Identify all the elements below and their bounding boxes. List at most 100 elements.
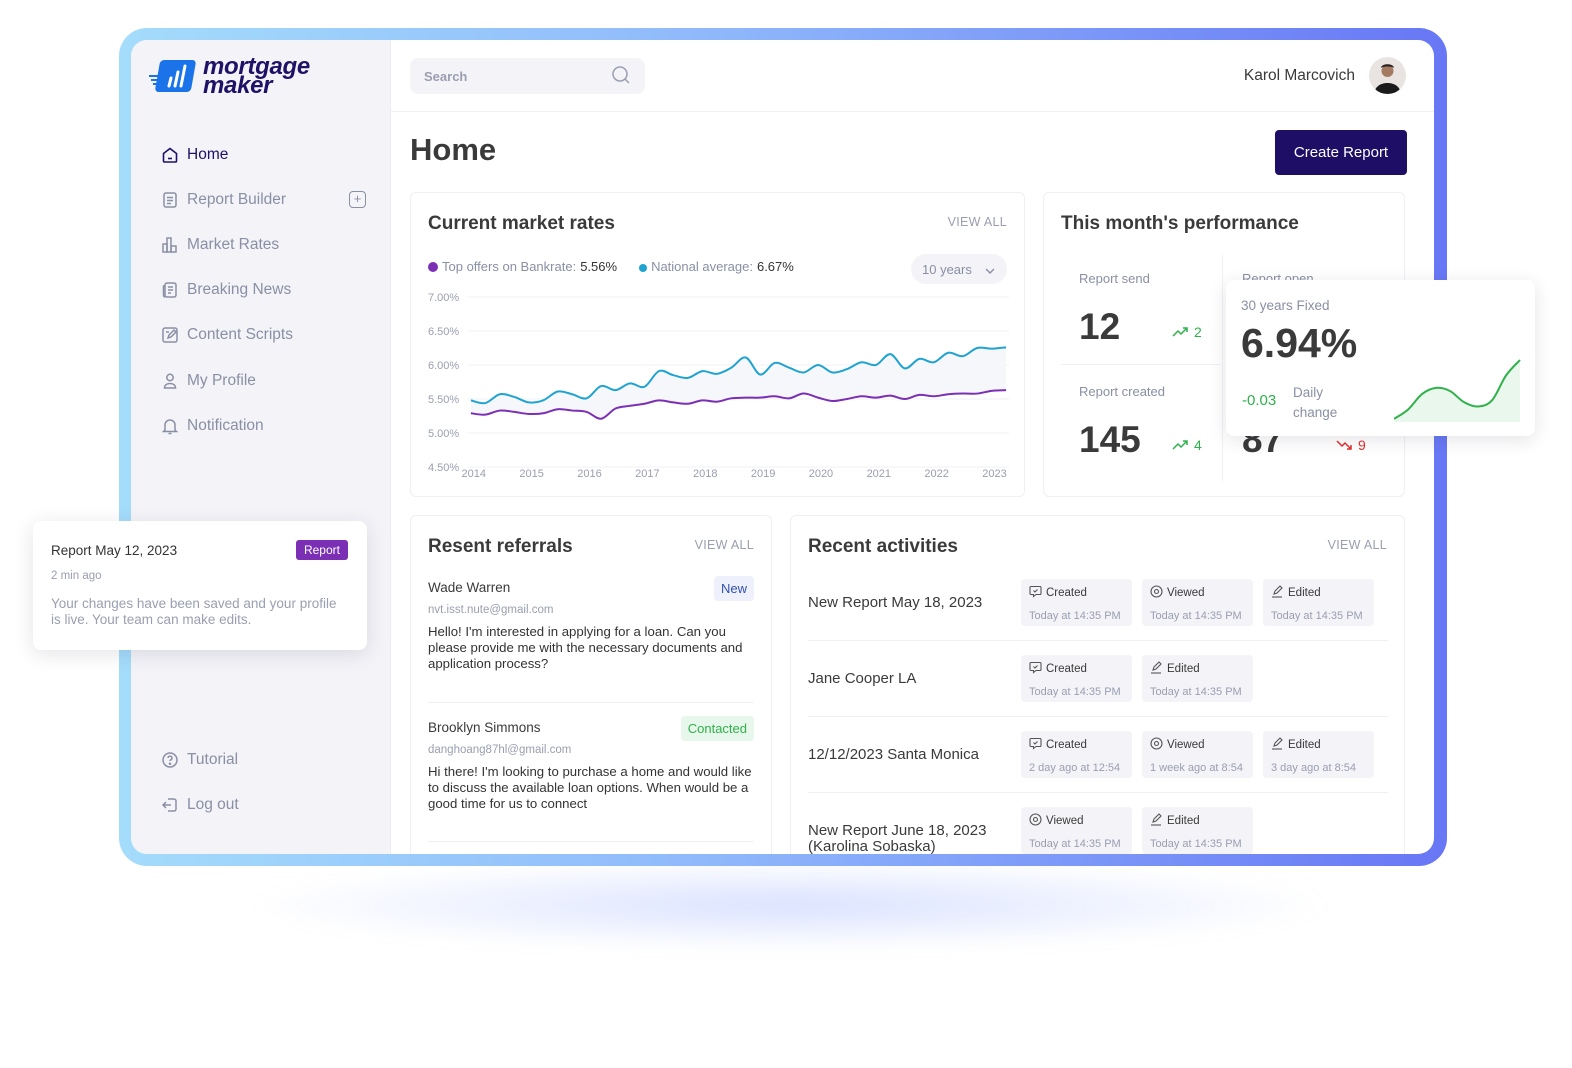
trend-down-icon [1336, 440, 1352, 450]
divider [428, 841, 754, 842]
stat-label: Report created [1079, 384, 1165, 399]
activity-event-chip[interactable]: Edited Today at 14:35 PM [1142, 655, 1253, 702]
activity-event-chip[interactable]: Edited 3 day ago at 8:54 [1263, 731, 1374, 778]
sidebar: mortgage maker Home Report Builder + Mar… [131, 40, 391, 854]
y-tick-label: 5.00% [428, 428, 459, 440]
search-icon[interactable] [611, 65, 631, 88]
sidebar-nav: Home Report Builder + Market Rates Break… [161, 132, 366, 448]
pencil-icon [1271, 737, 1284, 753]
sidebar-item-my-profile[interactable]: My Profile [161, 358, 366, 403]
activity-event-chip[interactable]: Created Today at 14:35 PM [1021, 579, 1132, 626]
bar-chart-icon [161, 236, 179, 254]
search-input[interactable]: Search [410, 58, 645, 94]
avatar[interactable] [1369, 57, 1406, 94]
activity-event-chip[interactable]: Viewed Today at 14:35 PM [1021, 807, 1132, 854]
event-type: Viewed [1167, 739, 1205, 751]
activity-event-chip[interactable]: Created Today at 14:35 PM [1021, 655, 1132, 702]
add-report-button[interactable]: + [349, 191, 366, 209]
legend-item-bankrate: Top offers on Bankrate: 5.56% [428, 259, 617, 274]
change-label-line: change [1293, 405, 1338, 420]
sidebar-item-breaking-news[interactable]: Breaking News [161, 268, 366, 313]
divider [1061, 364, 1221, 365]
status-badge: New [713, 576, 754, 601]
y-tick-label: 7.00% [428, 292, 459, 304]
pencil-icon [1150, 661, 1163, 677]
sidebar-item-home[interactable]: Home [161, 132, 366, 177]
x-tick-label: 2016 [577, 468, 601, 480]
sidebar-item-logout[interactable]: Log out [161, 782, 366, 827]
search-placeholder: Search [424, 68, 468, 84]
pencil-icon [1271, 585, 1284, 601]
status-badge: Contacted [680, 716, 754, 741]
sparkline-area [1394, 360, 1520, 422]
chat-check-icon [1029, 737, 1042, 753]
delta-value: 2 [1194, 324, 1202, 340]
legend-item-national: National average: 6.67% [639, 259, 794, 274]
create-report-button[interactable]: Create Report [1275, 130, 1407, 175]
activity-event-chip[interactable]: Viewed 1 week ago at 8:54 [1142, 731, 1253, 778]
user-menu[interactable]: Karol Marcovich [1244, 57, 1406, 94]
range-select[interactable]: 10 years [911, 254, 1007, 284]
legend-value: 6.67% [756, 259, 794, 274]
notification-toast: Report May 12, 2023 Report 2 min ago You… [33, 521, 367, 650]
market-rates-card: Current market rates VIEW ALL Top offers… [410, 192, 1025, 497]
trend-up-icon [1172, 440, 1188, 450]
rates-line-chart: 7.00% 6.50% 6.00% 5.50% 5.00% 4.50% 2014 2015 20… [428, 292, 1009, 480]
y-tick-label: 6.50% [428, 326, 459, 338]
document-icon [161, 191, 179, 209]
activity-event-chip[interactable]: Created 2 day ago at 12:54 [1021, 731, 1132, 778]
view-all-link[interactable]: VIEW ALL [948, 215, 1007, 229]
rate-value: 6.94% [1241, 320, 1358, 366]
newspaper-icon [161, 281, 179, 299]
activity-event-chip[interactable]: Edited Today at 14:35 PM [1142, 807, 1253, 854]
event-time: Today at 14:35 PM [1029, 610, 1121, 622]
sidebar-item-content-scripts[interactable]: Content Scripts [161, 313, 366, 358]
sidebar-item-label: Notification [187, 416, 264, 434]
user-icon [161, 372, 179, 390]
view-all-link[interactable]: VIEW ALL [1328, 538, 1387, 552]
x-tick-label: 2014 [462, 468, 486, 480]
event-time: Today at 14:35 PM [1150, 838, 1242, 850]
logo-mark-icon [147, 56, 199, 96]
activity-title: Jane Cooper LA [808, 670, 917, 687]
sidebar-item-report-builder[interactable]: Report Builder + [161, 177, 366, 222]
trend-up-icon [1172, 327, 1188, 337]
eye-icon [1150, 737, 1163, 753]
sidebar-item-notification[interactable]: Notification [161, 403, 366, 448]
legend-label: National average: [651, 259, 753, 274]
stat-delta: 9 [1336, 437, 1366, 453]
legend-label: Top offers on Bankrate: [442, 259, 577, 274]
sidebar-item-label: Log out [187, 795, 239, 813]
divider [428, 702, 754, 703]
logo[interactable]: mortgage maker [147, 55, 310, 98]
referral-item[interactable]: Wade Warren New nvt.isst.nute@gmail.com … [428, 576, 754, 672]
activity-title: New Report May 18, 2023 [808, 594, 983, 611]
legend-dot-purple [428, 262, 438, 272]
rate-popup-card: 30 years Fixed 6.94% -0.03 Daily change [1226, 280, 1535, 436]
event-time: Today at 14:35 PM [1150, 610, 1242, 622]
view-all-link[interactable]: VIEW ALL [695, 538, 754, 552]
activity-events: Created Today at 14:35 PM Edited Today a… [1021, 655, 1253, 702]
sparkline-chart [1394, 359, 1521, 422]
chart-legend: Top offers on Bankrate: 5.56% National av… [428, 259, 794, 274]
referral-item[interactable]: Brooklyn Simmons Contacted danghoang87hl… [428, 716, 754, 812]
activity-event-chip[interactable]: Viewed Today at 14:35 PM [1142, 579, 1253, 626]
referral-email: nvt.isst.nute@gmail.com [428, 604, 554, 616]
stat-delta: 4 [1172, 437, 1202, 453]
change-label-line: Daily [1293, 385, 1324, 400]
x-tick-label: 2017 [635, 468, 659, 480]
toast-badge[interactable]: Report [295, 540, 348, 560]
toast-message: Your changes have been saved and your pr… [51, 596, 337, 627]
divider [808, 716, 1388, 717]
sidebar-item-market-rates[interactable]: Market Rates [161, 222, 366, 267]
sidebar-item-tutorial[interactable]: Tutorial [161, 737, 366, 782]
card-title: This month's performance [1061, 213, 1299, 234]
activity-events: Created Today at 14:35 PM Viewed Today a… [1021, 579, 1374, 626]
y-tick-label: 5.50% [428, 394, 459, 406]
event-time: 1 week ago at 8:54 [1150, 762, 1243, 774]
stat-value: 12 [1079, 306, 1121, 347]
event-time: 3 day ago at 8:54 [1271, 762, 1357, 774]
user-name: Karol Marcovich [1243, 66, 1355, 84]
activity-event-chip[interactable]: Edited Today at 14:35 PM [1263, 579, 1374, 626]
x-tick-label: 2015 [519, 468, 543, 480]
